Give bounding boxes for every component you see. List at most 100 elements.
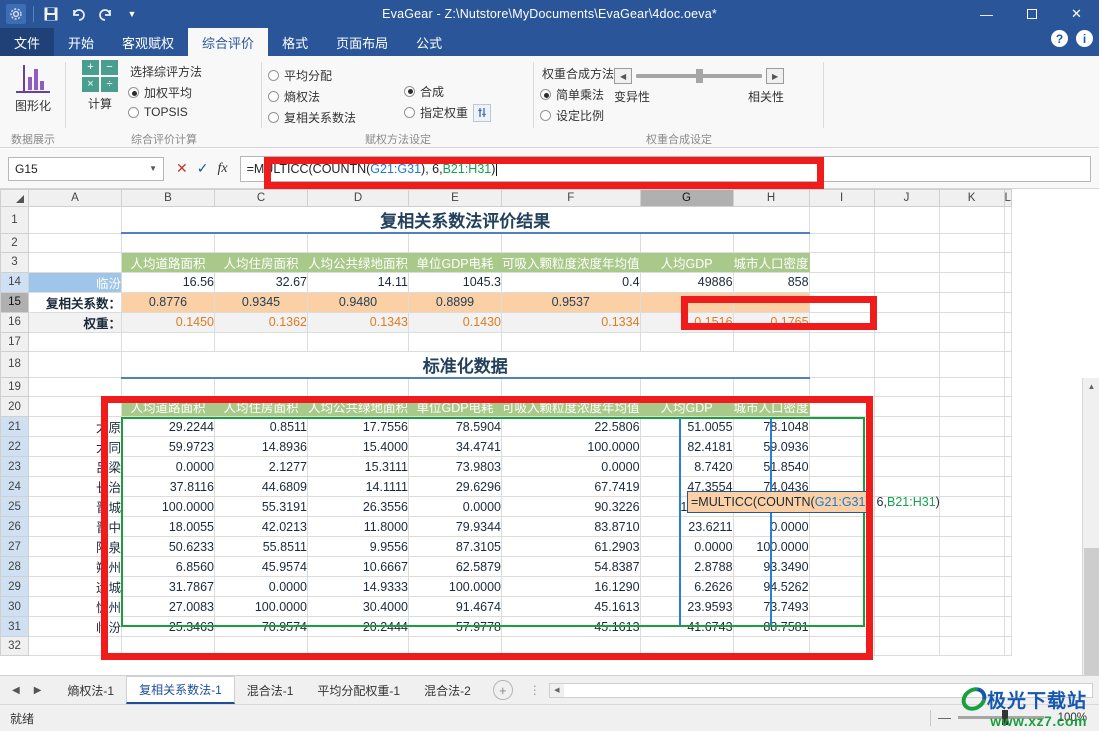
- cell-K31[interactable]: [939, 616, 1005, 637]
- row-header-30[interactable]: 30: [0, 596, 29, 617]
- cell-A18[interactable]: [28, 351, 122, 378]
- cell-D21[interactable]: 17.7556: [307, 416, 410, 437]
- cell-B26[interactable]: 18.0055: [121, 516, 215, 537]
- col-title2-pm-annual[interactable]: 可吸入颗粒度浓度年均值: [501, 396, 641, 417]
- help-icon[interactable]: ?: [1051, 30, 1068, 47]
- cell-G32[interactable]: [640, 636, 734, 656]
- cell-K2[interactable]: [939, 233, 1005, 253]
- column-header-J[interactable]: J: [873, 189, 940, 207]
- cell-C26[interactable]: 42.0213: [214, 516, 308, 537]
- cell-I18[interactable]: [809, 351, 875, 378]
- zoom-slider-track[interactable]: [958, 710, 1044, 725]
- weight-editor-icon[interactable]: [473, 103, 492, 122]
- cell-A25-city[interactable]: 晋城: [28, 496, 122, 517]
- cell-F25[interactable]: 90.3226: [501, 496, 641, 517]
- cell-A29-city[interactable]: 运城: [28, 576, 122, 597]
- cell-F24[interactable]: 67.7419: [501, 476, 641, 497]
- row-header-3[interactable]: 3: [0, 251, 29, 273]
- cell-K3[interactable]: [939, 252, 1005, 273]
- cell-F17[interactable]: [501, 332, 641, 352]
- cell-E23[interactable]: 73.9803: [408, 456, 503, 477]
- cell-I1[interactable]: [809, 206, 875, 234]
- cell-I32[interactable]: [809, 636, 875, 656]
- row-header-29[interactable]: 29: [0, 576, 29, 597]
- cell-H28[interactable]: 93.3490: [733, 556, 810, 577]
- cell-J15[interactable]: [874, 292, 940, 313]
- cell-F30[interactable]: 45.1613: [501, 596, 641, 617]
- cell-J24[interactable]: [874, 476, 940, 497]
- col-title-gdp-power[interactable]: 单位GDP电耗: [408, 252, 503, 273]
- cell-B15-coef[interactable]: 0.8776: [121, 292, 215, 313]
- add-sheet-icon[interactable]: +: [492, 680, 513, 700]
- app-menu-icon[interactable]: [6, 4, 26, 24]
- cell-L28[interactable]: [1004, 556, 1012, 577]
- cell-G14[interactable]: 49886: [640, 272, 734, 293]
- cell-A26-city[interactable]: 晋中: [28, 516, 122, 537]
- cell-H29[interactable]: 94.5262: [733, 576, 810, 597]
- cell-D25[interactable]: 26.3556: [307, 496, 410, 517]
- cell-B30[interactable]: 27.0083: [121, 596, 215, 617]
- spreadsheet-grid[interactable]: A B C D E F G H I J K L 1 复相关系数法评价结果 2 3…: [0, 189, 1099, 675]
- zoom-slider-thumb[interactable]: [1002, 710, 1008, 725]
- cell-C16-weight[interactable]: 0.1362: [214, 312, 308, 333]
- slider-thumb[interactable]: [696, 69, 704, 83]
- cell-I28[interactable]: [809, 556, 875, 577]
- cell-A19[interactable]: [28, 377, 122, 397]
- row-header-28[interactable]: 28: [0, 556, 29, 577]
- cell-D17[interactable]: [307, 332, 410, 352]
- chevron-down-icon[interactable]: ▼: [149, 164, 157, 173]
- sheet-overflow-icon[interactable]: ⋮: [529, 683, 543, 697]
- col-title-pm-annual[interactable]: 可吸入颗粒度浓度年均值: [501, 252, 641, 273]
- cell-B25[interactable]: 100.0000: [121, 496, 215, 517]
- cell-C30[interactable]: 100.0000: [214, 596, 308, 617]
- chart-visualize-button[interactable]: 图形化: [6, 60, 60, 114]
- radio-entropy-weight[interactable]: 熵权法: [268, 87, 356, 106]
- cell-A23-city[interactable]: 吕梁: [28, 456, 122, 477]
- hscroll-left-icon[interactable]: ◀: [549, 683, 564, 697]
- radio-average-allocation[interactable]: 平均分配: [268, 66, 356, 85]
- cell-L14[interactable]: [1004, 272, 1012, 293]
- row-header-18[interactable]: 18: [0, 350, 29, 378]
- cell-E21[interactable]: 78.5904: [408, 416, 503, 437]
- radio-topsis[interactable]: TOPSIS: [128, 104, 202, 120]
- cell-C24[interactable]: 44.6809: [214, 476, 308, 497]
- cell-L3[interactable]: [1004, 252, 1012, 273]
- cell-E15-coef[interactable]: 0.8899: [408, 292, 503, 313]
- cell-D2[interactable]: [307, 233, 410, 253]
- cell-K28[interactable]: [939, 556, 1005, 577]
- cell-G28[interactable]: 2.8788: [640, 556, 734, 577]
- cell-L17[interactable]: [1004, 332, 1012, 352]
- col-title-gdp-per-capita[interactable]: 人均GDP: [640, 252, 734, 273]
- cell-G27[interactable]: 0.0000: [640, 536, 734, 557]
- column-header-E[interactable]: E: [408, 189, 503, 207]
- cell-A28-city[interactable]: 朔州: [28, 556, 122, 577]
- cell-L1[interactable]: [1004, 206, 1012, 234]
- row-header-24[interactable]: 24: [0, 476, 29, 497]
- cell-J30[interactable]: [874, 596, 940, 617]
- cell-I3[interactable]: [809, 252, 875, 273]
- cell-H15-coef[interactable]: [733, 292, 810, 313]
- cell-B27[interactable]: 50.6233: [121, 536, 215, 557]
- cell-K30[interactable]: [939, 596, 1005, 617]
- insert-function-icon[interactable]: fx: [217, 161, 227, 177]
- cell-D29[interactable]: 14.9333: [307, 576, 410, 597]
- cell-E28[interactable]: 62.5879: [408, 556, 503, 577]
- cell-K20[interactable]: [939, 396, 1005, 417]
- cell-K27[interactable]: [939, 536, 1005, 557]
- cell-G17[interactable]: [640, 332, 734, 352]
- column-header-L[interactable]: L: [1003, 189, 1012, 207]
- cell-F32[interactable]: [501, 636, 641, 656]
- cell-A27-city[interactable]: 阳泉: [28, 536, 122, 557]
- cell-H16-weight[interactable]: 0.1765: [733, 312, 810, 333]
- cell-J3[interactable]: [874, 252, 940, 273]
- cell-J14[interactable]: [874, 272, 940, 293]
- cell-J16[interactable]: [874, 312, 940, 333]
- cell-D31[interactable]: 20.2444: [307, 616, 410, 637]
- row-header-2[interactable]: 2: [0, 232, 29, 253]
- cell-J32[interactable]: [874, 636, 940, 656]
- col-title-green-area[interactable]: 人均公共绿地面积: [307, 252, 410, 273]
- cell-E2[interactable]: [408, 233, 503, 253]
- cell-F26[interactable]: 83.8710: [501, 516, 641, 537]
- cell-G19[interactable]: [640, 377, 734, 397]
- cell-G16-weight[interactable]: 0.1516: [640, 312, 734, 333]
